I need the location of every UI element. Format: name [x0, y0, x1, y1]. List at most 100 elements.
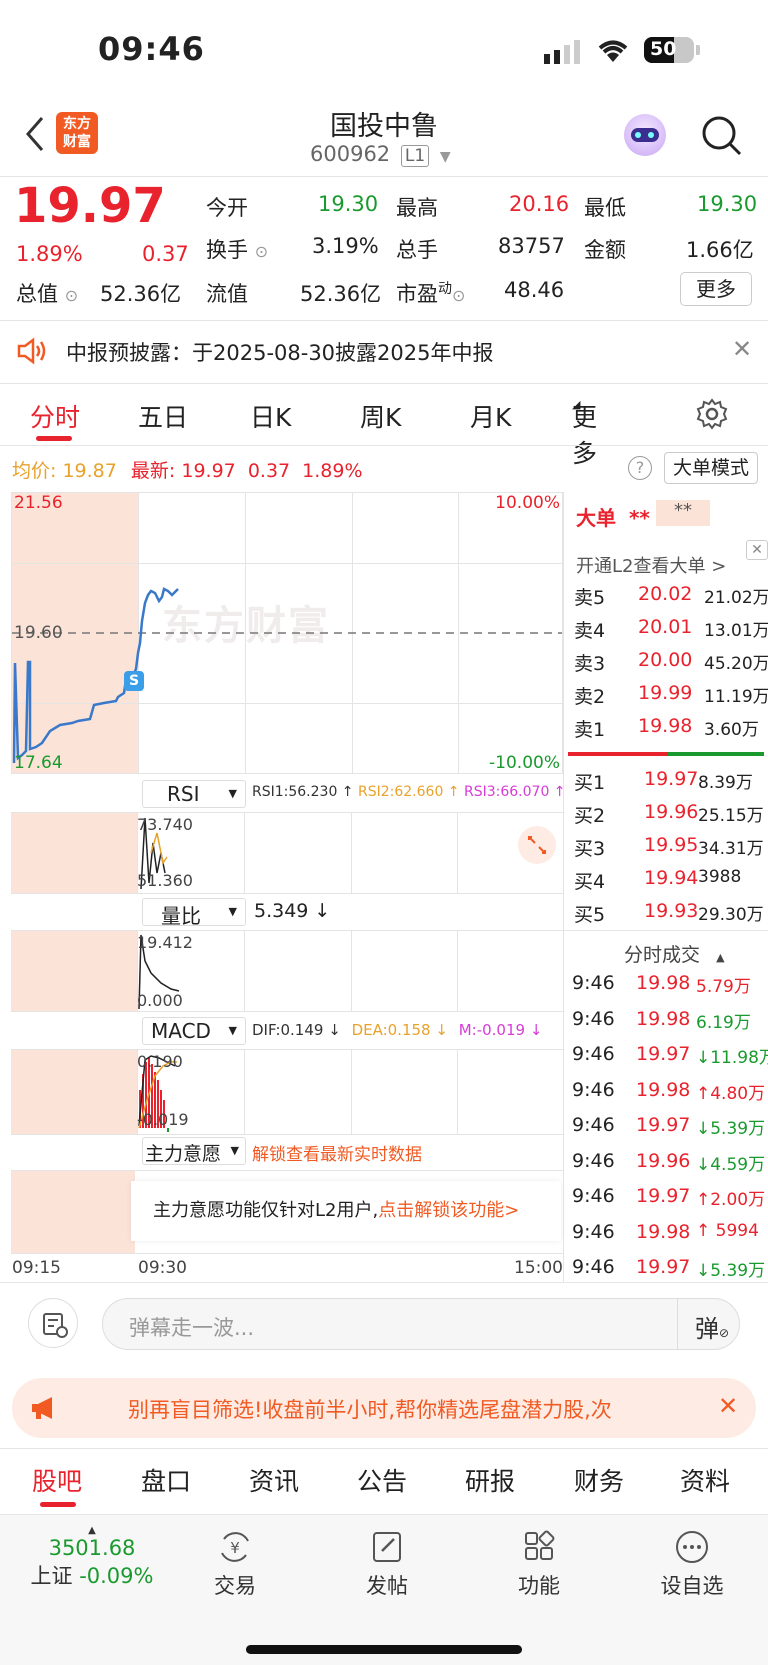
chat-settings-icon[interactable]: [28, 1298, 78, 1348]
trade-button[interactable]: ¥ 交易: [200, 1529, 270, 1600]
tab-daily-k[interactable]: 日K: [250, 398, 291, 434]
robot-avatar-icon[interactable]: [624, 114, 666, 156]
volume-ratio-selector[interactable]: 量比 ▼: [142, 898, 246, 928]
settings-gear-icon[interactable]: [696, 398, 728, 436]
active-tab-underline: [36, 436, 72, 441]
close-icon[interactable]: ✕: [746, 540, 768, 560]
latest-pct: 1.89%: [302, 460, 363, 482]
home-indicator: [246, 1645, 522, 1654]
ask-level: 卖2: [574, 686, 606, 708]
macd-m: M:-0.019 ↓: [458, 1021, 543, 1039]
add-watchlist-button[interactable]: 设自选: [652, 1529, 732, 1600]
tab-financials[interactable]: 财务: [574, 1462, 624, 1498]
l2-open-link[interactable]: 开通L2查看大单 >: [576, 552, 726, 578]
trade-volume: ↓5.39万: [696, 1119, 766, 1139]
info-icon[interactable]: ⊙: [255, 242, 268, 261]
vr-value: 5.349 ↓: [254, 900, 331, 922]
trade-time: 9:46: [572, 1007, 615, 1030]
tab-announcements[interactable]: 公告: [357, 1462, 407, 1498]
tab-pankou[interactable]: 盘口: [141, 1462, 191, 1498]
notice-bar[interactable]: 中报预披露：于2025-08-30披露2025年中报 ✕: [0, 321, 768, 383]
more-dots-icon: [676, 1531, 708, 1563]
macd-label: MACD: [151, 1019, 211, 1043]
tab-weekly-k[interactable]: 周K: [360, 398, 401, 434]
danmu-input[interactable]: 弹幕走一波... 弹⊘: [102, 1298, 740, 1350]
function-button[interactable]: 功能: [504, 1529, 574, 1600]
l2-lock-message: 主力意愿功能仅针对L2用户,: [153, 1200, 379, 1221]
rsi-min-label: 51.360: [137, 871, 193, 890]
l2-lock-banner[interactable]: 主力意愿功能仅针对L2用户,点击解锁该功能>: [131, 1181, 561, 1241]
trades-header[interactable]: 分时成交 ▲: [624, 940, 725, 967]
more-button[interactable]: 更多: [680, 272, 752, 306]
close-icon[interactable]: ✕: [732, 335, 752, 363]
tab-news[interactable]: 资讯: [249, 1462, 299, 1498]
ask-volume: 3.60万: [704, 720, 759, 740]
dropdown-icon: ▼: [439, 149, 451, 165]
chevron-down-icon: ▼: [228, 1024, 237, 1037]
tab-research[interactable]: 研报: [465, 1462, 515, 1498]
l2-unlock-link[interactable]: 点击解锁该功能>: [378, 1200, 519, 1221]
megaphone-icon: [28, 1394, 58, 1426]
intraday-chart[interactable]: 东方财富 S 21.56 19.60 17.64 10.00% -10.00%: [11, 492, 563, 774]
ask-volume: 13.01万: [704, 621, 768, 641]
tab-guba[interactable]: 股吧: [32, 1462, 82, 1498]
bottom-toolbar: ▲ 3501.68 上证 -0.09% ¥ 交易 发帖 功能 设自选: [0, 1514, 768, 1665]
turnover-value: 3.19%: [312, 234, 379, 258]
open-value: 19.30: [318, 192, 379, 216]
float-label: 流值: [206, 282, 248, 306]
chevron-down-icon: ▼: [228, 787, 237, 800]
mktcap-label-text: 总值: [16, 282, 58, 306]
rsi-selector[interactable]: RSI ▼: [142, 780, 246, 808]
big-order-mode-button[interactable]: 大单模式: [664, 452, 758, 484]
close-icon[interactable]: ✕: [718, 1392, 738, 1420]
trade-price: 19.98: [636, 1220, 691, 1243]
x-mid-label: 09:30: [138, 1258, 187, 1278]
danmu-toggle-button[interactable]: 弹⊘: [695, 1309, 729, 1344]
unlock-link[interactable]: 解锁查看最新实时数据: [252, 1140, 422, 1165]
trade-volume: 6.19万: [696, 1012, 751, 1033]
pe-label: 市盈动⊙: [396, 278, 465, 308]
rsi-label: RSI: [167, 782, 200, 806]
trade-price: 19.98: [636, 1007, 691, 1030]
price-line: [12, 587, 179, 764]
trade-volume: ↓4.59万: [696, 1154, 766, 1175]
index-value: 3501.68: [48, 1536, 136, 1560]
status-bar: 09:46 50: [0, 0, 768, 100]
ask-level: 卖5: [574, 587, 606, 609]
info-icon[interactable]: ⊙: [65, 286, 78, 305]
bid-price: 19.97: [644, 768, 699, 790]
tab-monthly-k[interactable]: 月K: [470, 398, 511, 434]
svg-text:¥: ¥: [230, 1539, 240, 1557]
trade-time: 9:46: [572, 1185, 615, 1207]
post-button[interactable]: 发帖: [352, 1529, 422, 1600]
index-widget[interactable]: ▲ 3501.68 上证 -0.09%: [22, 1525, 162, 1590]
ask-price: 20.02: [638, 583, 693, 605]
expand-icon[interactable]: [518, 826, 556, 864]
search-icon[interactable]: [700, 114, 742, 160]
macd-selector[interactable]: MACD ▼: [142, 1017, 246, 1045]
comment-bar: 弹幕走一波... 弹⊘: [0, 1290, 768, 1366]
trades-title: 分时成交: [624, 944, 701, 966]
bid-volume: 29.30万: [698, 905, 764, 925]
info-icon[interactable]: ⊙: [452, 286, 465, 305]
bid-volume: 25.15万: [698, 806, 764, 826]
vr-label: 量比: [161, 904, 201, 928]
mktcap-value: 52.36亿: [100, 282, 182, 306]
rsi-chart: 73.740 51.360: [11, 812, 563, 894]
promo-banner[interactable]: 别再盲目筛选!收盘前半小时,帮你精选尾盘潜力股,次 ✕: [12, 1378, 756, 1438]
trade-time: 9:46: [572, 1078, 615, 1101]
s-badge-icon[interactable]: S: [124, 671, 144, 691]
tab-five-day[interactable]: 五日: [138, 398, 188, 434]
trade-icon: ¥: [221, 1532, 249, 1562]
function-label: 功能: [518, 1574, 560, 1598]
tab-profile[interactable]: 资料: [680, 1462, 730, 1498]
y-bottom-label: 17.64: [14, 753, 63, 773]
help-icon[interactable]: ?: [628, 456, 652, 480]
battery-icon: 50: [644, 37, 700, 63]
main-force-selector[interactable]: 主力意愿 ▼: [142, 1137, 246, 1165]
amount-label: 金额: [584, 238, 626, 262]
bid-volume: 3988: [698, 867, 742, 887]
change-abs: 0.37: [142, 242, 189, 266]
tab-intraday[interactable]: 分时: [30, 398, 80, 434]
stock-code-row[interactable]: 600962 L1 ▼: [310, 142, 451, 167]
